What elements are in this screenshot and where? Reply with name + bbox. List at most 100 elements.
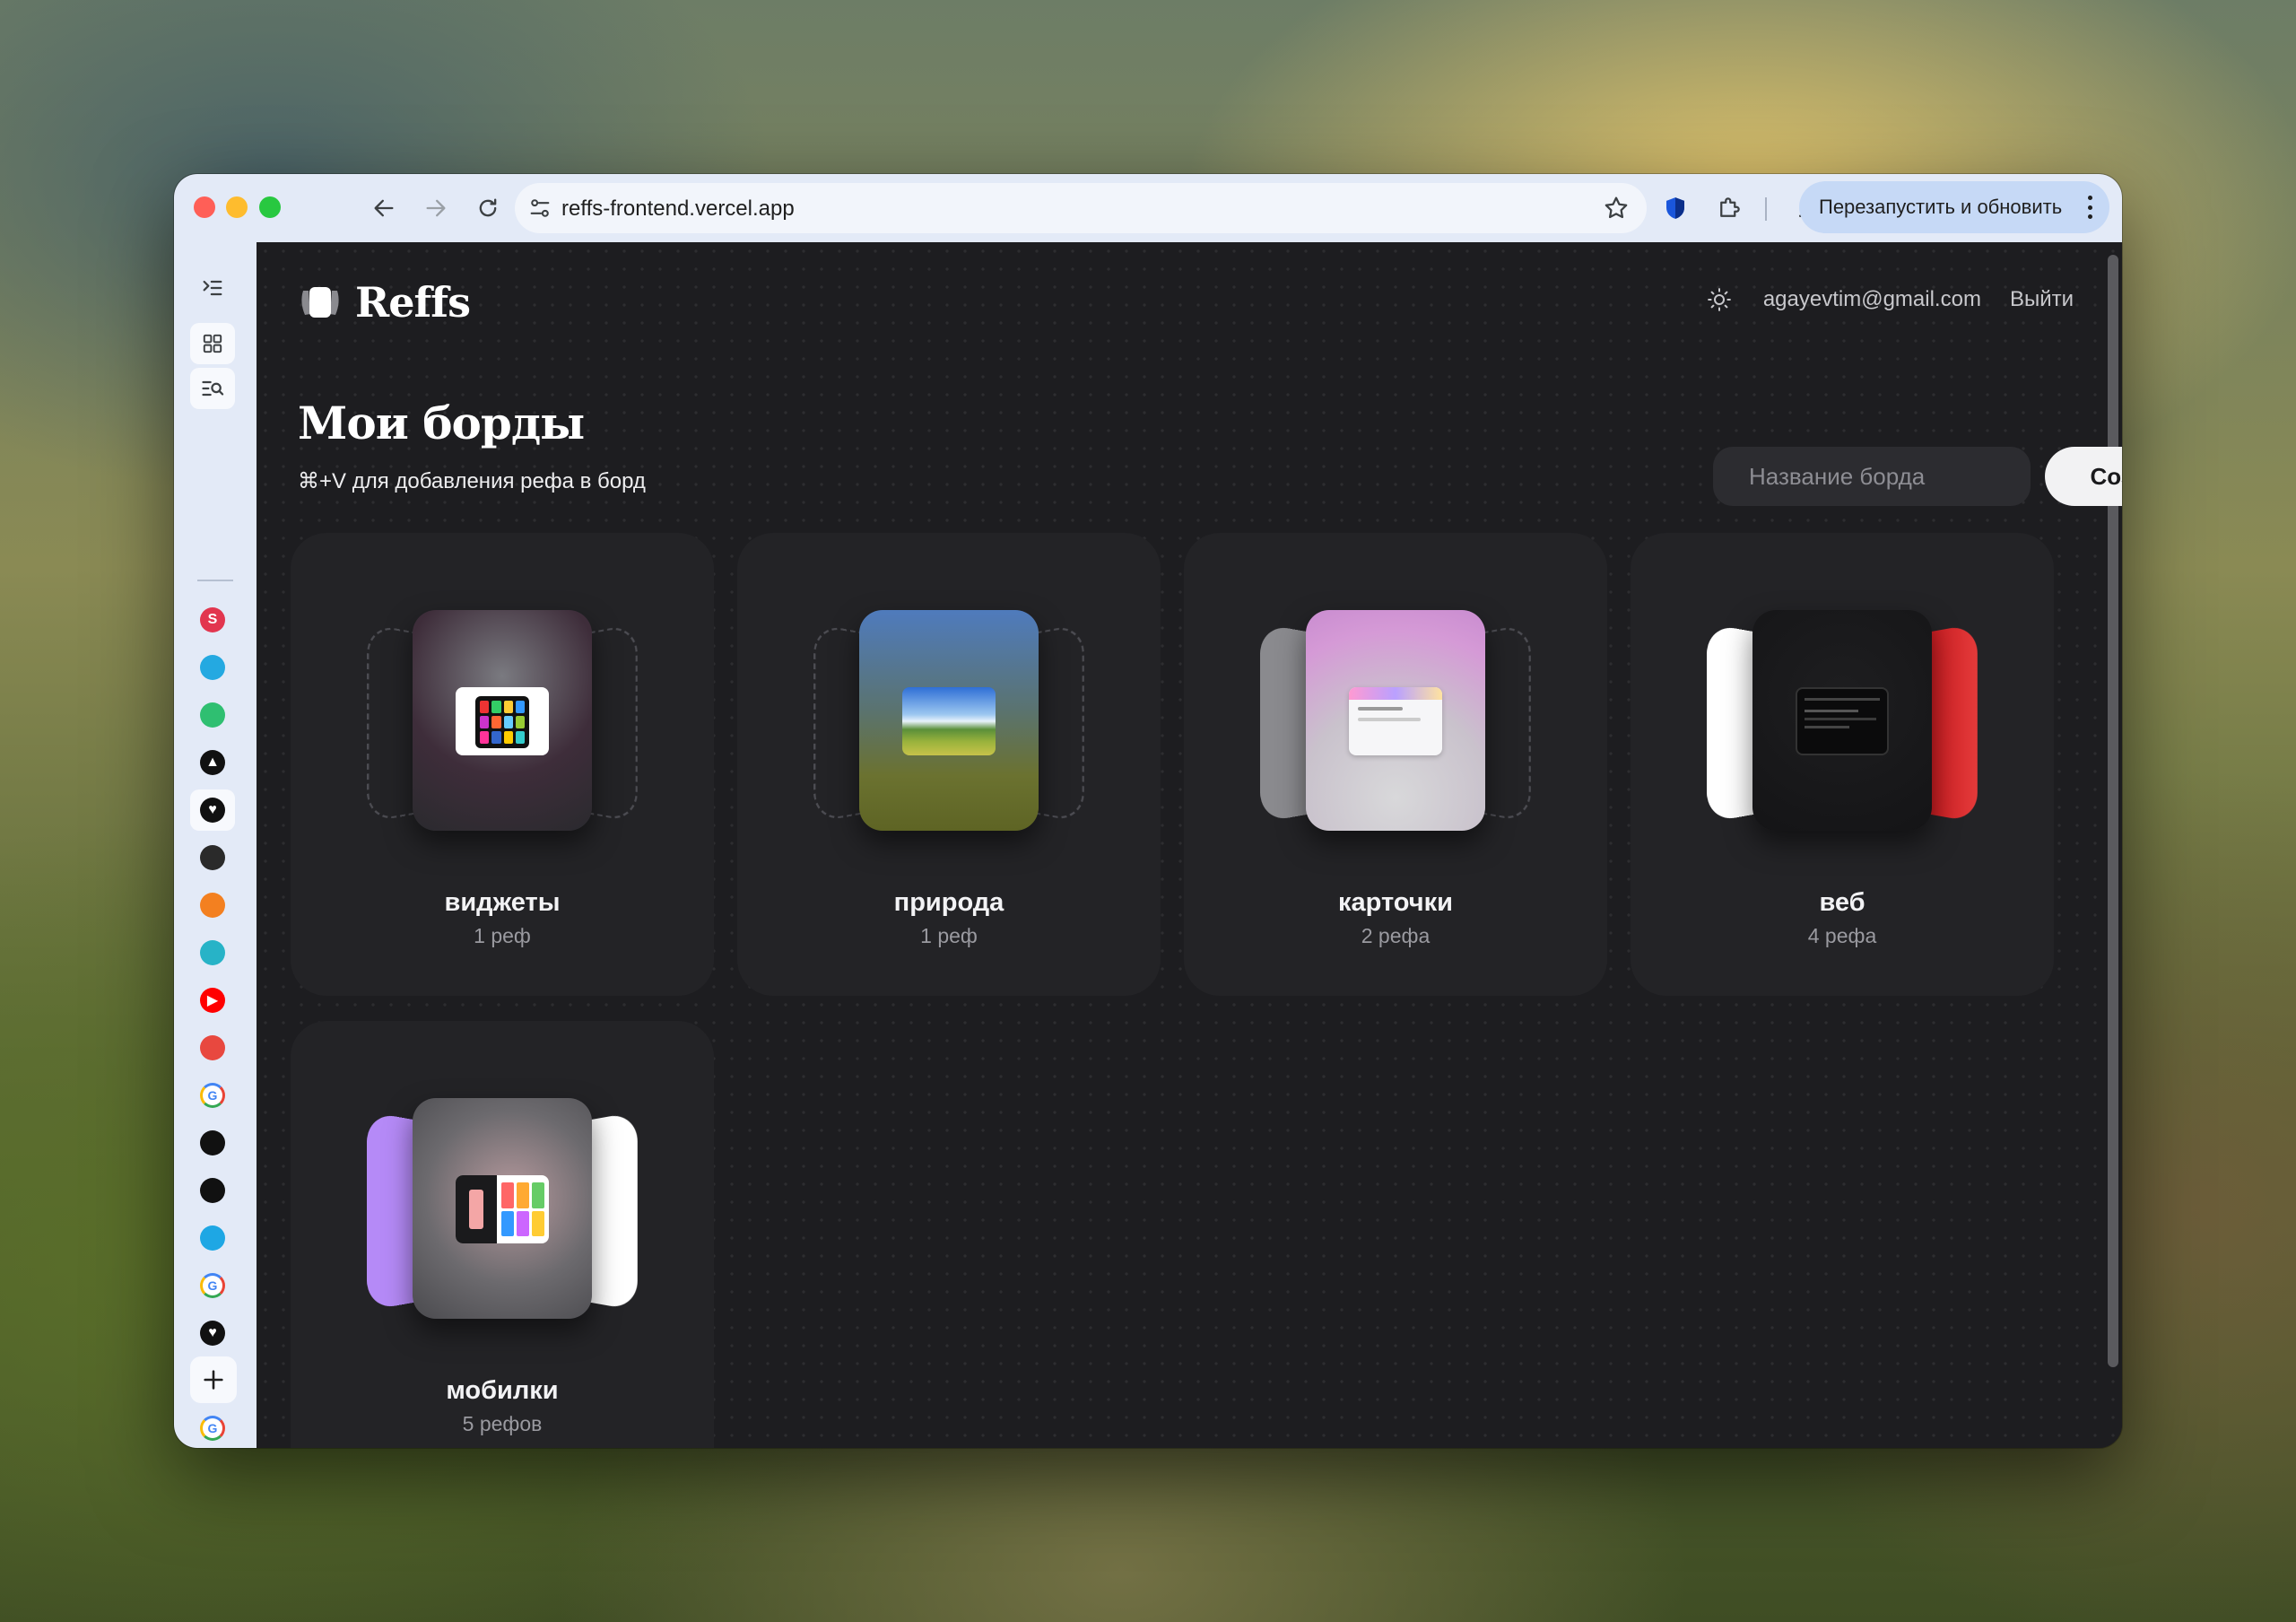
shield-extension-button[interactable] (1657, 190, 1693, 226)
brand-logo[interactable]: Reffs (298, 278, 471, 327)
github-icon (200, 1130, 225, 1155)
cloudflare-icon (200, 893, 225, 918)
pinned-tab-16[interactable]: ♥ (190, 1312, 235, 1354)
forward-button[interactable] (418, 190, 454, 226)
relaunch-update-button[interactable]: Перезапустить и обновить (1799, 181, 2109, 233)
board-preview-stack (366, 610, 639, 831)
board-name-input[interactable] (1713, 447, 2031, 506)
pinned-tab-5[interactable]: ♥ (190, 789, 235, 831)
pinned-tab-4[interactable]: ▲ (190, 742, 235, 783)
header-actions: agayevtim@gmail.com Выйти (1704, 282, 2074, 318)
board-preview-stack (1706, 610, 1979, 831)
heart-app-icon: ♥ (200, 798, 225, 823)
board-card-cards[interactable]: карточки 2 рефа (1184, 533, 1607, 996)
board-card-mobile[interactable]: мобилки 5 рефов (291, 1021, 714, 1448)
pinned-tab-6[interactable] (190, 837, 235, 878)
board-preview-stack (813, 610, 1085, 831)
user-email: agayevtim@gmail.com (1762, 287, 1981, 311)
board-title: веб (1819, 888, 1866, 917)
board-ref-count: 5 рефов (462, 1412, 543, 1435)
board-ref-count: 1 реф (474, 924, 531, 947)
new-tab-button[interactable] (190, 1356, 237, 1403)
square-app-icon (200, 1225, 225, 1251)
create-board-button[interactable]: Создать (2045, 447, 2122, 506)
sun-icon (1707, 288, 1731, 311)
arrow-left-icon (374, 199, 394, 217)
page-title: Мои борды (298, 397, 585, 449)
c-app-icon (200, 655, 225, 680)
pinned-tab-18[interactable]: G (190, 1408, 235, 1448)
pinned-tab-11[interactable]: G (190, 1075, 235, 1116)
board-preview-stack (1259, 610, 1532, 831)
swirl-app-icon (200, 940, 225, 965)
toolbar-separator (1765, 197, 1767, 221)
board-ref-count: 4 рефа (1807, 924, 1877, 947)
back-button[interactable] (366, 190, 402, 226)
search-tabs-icon (202, 380, 224, 397)
pinned-tab-1[interactable]: S (190, 599, 235, 641)
pinned-tab-13[interactable] (190, 1170, 235, 1211)
tab-overview-button[interactable] (190, 323, 235, 364)
board-preview-front (1752, 610, 1932, 831)
figma-like-icon (200, 1035, 225, 1060)
pinned-tab-14[interactable] (190, 1217, 235, 1259)
plus-icon (204, 1370, 223, 1390)
pinned-tab-9[interactable]: ▶ (190, 980, 235, 1021)
board-card-nature[interactable]: природа 1 реф (737, 533, 1161, 996)
board-preview-front (413, 610, 592, 831)
web-thumbnail (1796, 687, 1889, 755)
maximize-window-button[interactable] (259, 196, 281, 218)
theme-toggle-button[interactable] (1704, 284, 1735, 315)
board-title: виджеты (444, 888, 561, 917)
youtube-icon: ▶ (200, 988, 225, 1013)
reload-button[interactable] (470, 190, 506, 226)
triangle-app-icon: ▲ (200, 750, 225, 775)
board-preview-front (859, 610, 1039, 831)
extensions-button[interactable] (1711, 190, 1747, 226)
bookmark-star-icon[interactable] (1602, 194, 1631, 222)
n-app-icon (200, 702, 225, 728)
google-icon-2: G (200, 1273, 225, 1298)
board-card-widgets[interactable]: виджеты 1 реф (291, 533, 714, 996)
paste-hint: ⌘+V для добавления рефа в борд (298, 469, 646, 493)
pinned-tab-7[interactable] (190, 885, 235, 926)
dark-app-icon (200, 845, 225, 870)
pinned-tab-2[interactable] (190, 647, 235, 688)
logout-link[interactable]: Выйти (2010, 287, 2074, 312)
widgets-thumbnail (456, 687, 549, 755)
arrow-right-icon (426, 199, 446, 217)
pinned-tab-10[interactable] (190, 1027, 235, 1068)
pinned-tab-8[interactable] (190, 932, 235, 973)
collapse-tabs-button[interactable] (190, 267, 235, 309)
collapse-sidebar-icon (203, 280, 222, 296)
google-icon-3: G (200, 1416, 225, 1441)
s-app-icon: S (200, 607, 225, 632)
more-menu-icon[interactable] (2088, 196, 2093, 219)
pinned-tab-15[interactable]: G (190, 1265, 235, 1306)
browser-toolbar: reffs-frontend.vercel.app T Перезапустит… (174, 174, 2122, 242)
tab-search-button[interactable] (190, 368, 235, 409)
address-bar[interactable]: reffs-frontend.vercel.app (515, 183, 1647, 233)
minimize-window-button[interactable] (226, 196, 248, 218)
tab-strip-divider (197, 580, 233, 581)
browser-window: reffs-frontend.vercel.app T Перезапустит… (174, 174, 2122, 1448)
brand-name: Reffs (355, 278, 471, 327)
google-icon: G (200, 1083, 225, 1108)
pinned-tab-12[interactable] (190, 1122, 235, 1164)
board-card-web[interactable]: веб 4 рефа (1631, 533, 2054, 996)
board-ref-count: 1 реф (920, 924, 978, 947)
close-window-button[interactable] (194, 196, 215, 218)
relaunch-label: Перезапустить и обновить (1819, 196, 2063, 218)
url-text[interactable]: reffs-frontend.vercel.app (561, 196, 795, 222)
board-title: карточки (1338, 888, 1453, 917)
nature-thumbnail (902, 687, 996, 755)
site-settings-icon[interactable] (527, 196, 552, 221)
mobile-thumbnail (456, 1175, 549, 1243)
grid-icon (203, 334, 222, 353)
page-scrollbar[interactable] (2108, 255, 2118, 1367)
reffs-app: Reffs agayevtim@gmail.com Выйти Мои борд… (257, 242, 2122, 1448)
board-preview-front (1306, 610, 1485, 831)
github-icon-2 (200, 1178, 225, 1203)
cards-thumbnail (1349, 687, 1442, 755)
pinned-tab-3[interactable] (190, 694, 235, 736)
